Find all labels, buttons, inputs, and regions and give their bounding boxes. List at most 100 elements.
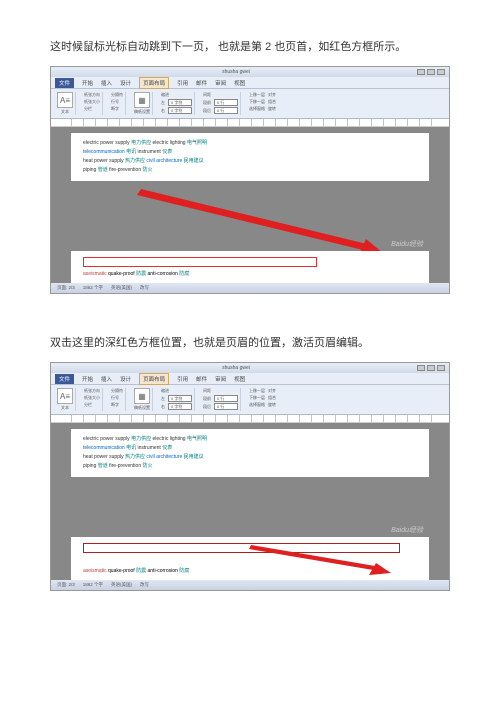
ribbon-group-watermark: ▦ 稿纸设置: [132, 388, 153, 411]
ribbon-selection[interactable]: 选择窗格: [249, 106, 265, 112]
document-area: electric power supply 电力供应 electric ligh…: [51, 423, 449, 580]
page-2-header[interactable]: aseismatic quake-proof 防震 anti-corrosion…: [71, 251, 429, 283]
page-1[interactable]: electric power supply 电力供应 electric ligh…: [71, 429, 429, 477]
menu-mail[interactable]: 邮件: [196, 375, 207, 383]
menu-layout[interactable]: 页面布局: [139, 77, 169, 89]
menu-start[interactable]: 开始: [82, 375, 93, 383]
status-chars: 1862 个字: [83, 582, 103, 588]
ribbon-align[interactable]: 对齐: [268, 92, 276, 98]
page-1[interactable]: electric power supply 电力供应 electric ligh…: [71, 133, 429, 181]
status-input: 改写: [140, 285, 149, 291]
ribbon-orientation[interactable]: 纸张方向: [84, 92, 100, 98]
ribbon-columns[interactable]: 分栏: [84, 106, 100, 112]
ribbon-group-btn[interactable]: 组合: [268, 99, 276, 105]
menu-file[interactable]: 文件: [55, 374, 74, 384]
menu-reference[interactable]: 引用: [177, 375, 188, 383]
ribbon: A≡ 文本 纸张方向 纸张大小 分栏 分隔符 行号 断字 ▦ 稿纸设置 缩进 左…: [51, 385, 449, 415]
spacing-after-input[interactable]: 0 行: [214, 403, 238, 410]
status-page: 页面: 2/3: [57, 582, 75, 588]
menu-file[interactable]: 文件: [55, 78, 74, 88]
ribbon-breaks[interactable]: 分隔符: [111, 388, 123, 394]
status-page: 页面: 2/3: [57, 285, 75, 291]
ribbon-line-numbers[interactable]: 行号: [111, 99, 123, 105]
menu-insert[interactable]: 插入: [101, 375, 112, 383]
instruction-text-2: 双击这里的深红色方框位置，也就是页眉的位置，激活页眉编辑。: [50, 334, 450, 350]
spacing-after-input[interactable]: 0 行: [214, 107, 238, 114]
document-area: electric power supply 电力供应 electric ligh…: [51, 127, 449, 283]
ribbon-group-breaks: 分隔符 行号 断字: [109, 92, 126, 115]
footer-line: aseismatic quake-proof 防震 anti-corrosion…: [83, 270, 417, 277]
ribbon-align[interactable]: 对齐: [268, 388, 276, 394]
doc-line-4: piping 管道 fire-prevention 防火: [83, 462, 417, 471]
menu-view[interactable]: 视图: [234, 375, 245, 383]
menu-review[interactable]: 审阅: [215, 79, 226, 87]
menu-mail[interactable]: 邮件: [196, 79, 207, 87]
ribbon-group-btn[interactable]: 组合: [268, 395, 276, 401]
menu-bar: 文件 开始 插入 设计 页面布局 引用 邮件 审阅 视图: [51, 373, 449, 385]
ribbon-group-text: A≡ 文本: [55, 388, 76, 411]
titlebar: shusha gwei: [51, 363, 449, 373]
ribbon-size[interactable]: 纸张大小: [84, 99, 100, 105]
ribbon-orientation[interactable]: 纸张方向: [84, 388, 100, 394]
word-screenshot-2: shusha gwei 文件 开始 插入 设计 页面布局 引用 邮件 审阅 视图…: [50, 362, 450, 591]
menu-design[interactable]: 设计: [120, 375, 131, 383]
close-icon[interactable]: [437, 365, 445, 371]
menu-view[interactable]: 视图: [234, 79, 245, 87]
status-chars: 1862 个字: [83, 285, 103, 291]
minimize-icon[interactable]: [417, 69, 425, 75]
doc-line-1: electric power supply 电力供应 electric ligh…: [83, 435, 417, 444]
watermark-text: Baidu经验: [391, 239, 423, 249]
watermark-icon[interactable]: ▦: [134, 92, 150, 108]
ribbon-size[interactable]: 纸张大小: [84, 395, 100, 401]
ribbon-forward[interactable]: 上移一层: [249, 92, 265, 98]
status-lang: 英语(美国): [111, 582, 132, 588]
ribbon-group-page-setup: 纸张方向 纸张大小 分栏: [82, 388, 103, 411]
menu-insert[interactable]: 插入: [101, 79, 112, 87]
titlebar: shusha gwei: [51, 67, 449, 77]
doc-line-3: heat power supply 热力供应 civil architectur…: [83, 453, 417, 462]
maximize-icon[interactable]: [427, 365, 435, 371]
word-screenshot-1: shusha gwei 文件 开始 插入 设计 页面布局 引用 邮件 审阅 视图…: [50, 66, 450, 294]
doc-line-2: telecommunication 电讯 instrument 仪表: [83, 148, 417, 157]
menu-reference[interactable]: 引用: [177, 79, 188, 87]
spacing-before-input[interactable]: 0 行: [214, 99, 238, 106]
ribbon-forward[interactable]: 上移一层: [249, 388, 265, 394]
indent-left-input[interactable]: 0 字符: [168, 99, 192, 106]
ribbon-group-spacing: 间距 段前0 行 段后0 行: [201, 92, 241, 115]
indent-left-input[interactable]: 0 字符: [168, 395, 192, 402]
menu-design[interactable]: 设计: [120, 79, 131, 87]
close-icon[interactable]: [437, 69, 445, 75]
ribbon-backward[interactable]: 下移一层: [249, 99, 265, 105]
account-name: shusha gwei: [222, 365, 250, 371]
menu-review[interactable]: 审阅: [215, 375, 226, 383]
menu-layout[interactable]: 页面布局: [139, 373, 169, 385]
menu-start[interactable]: 开始: [82, 79, 93, 87]
ribbon-hyphenation[interactable]: 断字: [111, 402, 123, 408]
ribbon-rotate[interactable]: 旋转: [268, 402, 276, 408]
spacing-before-input[interactable]: 0 行: [214, 395, 238, 402]
account-name: shusha gwei: [222, 69, 250, 75]
text-direction-icon[interactable]: A≡: [57, 92, 73, 108]
watermark-text: Baidu经验: [391, 525, 423, 535]
page-gap: Baidu经验: [71, 487, 429, 537]
red-highlight-box: [83, 543, 400, 553]
ribbon-line-numbers[interactable]: 行号: [111, 395, 123, 401]
status-bar: 页面: 2/3 1862 个字 英语(美国) 改写: [51, 580, 449, 590]
maximize-icon[interactable]: [427, 69, 435, 75]
ribbon-selection[interactable]: 选择窗格: [249, 402, 265, 408]
page-2-header[interactable]: aseismatic quake-proof 防震 anti-corrosion…: [71, 537, 429, 580]
minimize-icon[interactable]: [417, 365, 425, 371]
indent-right-input[interactable]: 0 字符: [168, 403, 192, 410]
ribbon-group-page-setup: 纸张方向 纸张大小 分栏: [82, 92, 103, 115]
ribbon-rotate[interactable]: 旋转: [268, 106, 276, 112]
watermark-icon[interactable]: ▦: [134, 388, 150, 404]
ribbon-hyphenation[interactable]: 断字: [111, 106, 123, 112]
ribbon-columns[interactable]: 分栏: [84, 402, 100, 408]
ribbon-group-indent: 缩进 左0 字符 右0 字符: [159, 92, 195, 115]
text-direction-icon[interactable]: A≡: [57, 388, 73, 404]
ribbon-group-arrange: 上移一层 对齐 下移一层 组合 选择窗格 旋转: [247, 388, 278, 411]
ribbon-breaks[interactable]: 分隔符: [111, 92, 123, 98]
indent-right-input[interactable]: 0 字符: [168, 107, 192, 114]
footer-line: aseismatic quake-proof 防震 anti-corrosion…: [83, 567, 417, 574]
ribbon-backward[interactable]: 下移一层: [249, 395, 265, 401]
